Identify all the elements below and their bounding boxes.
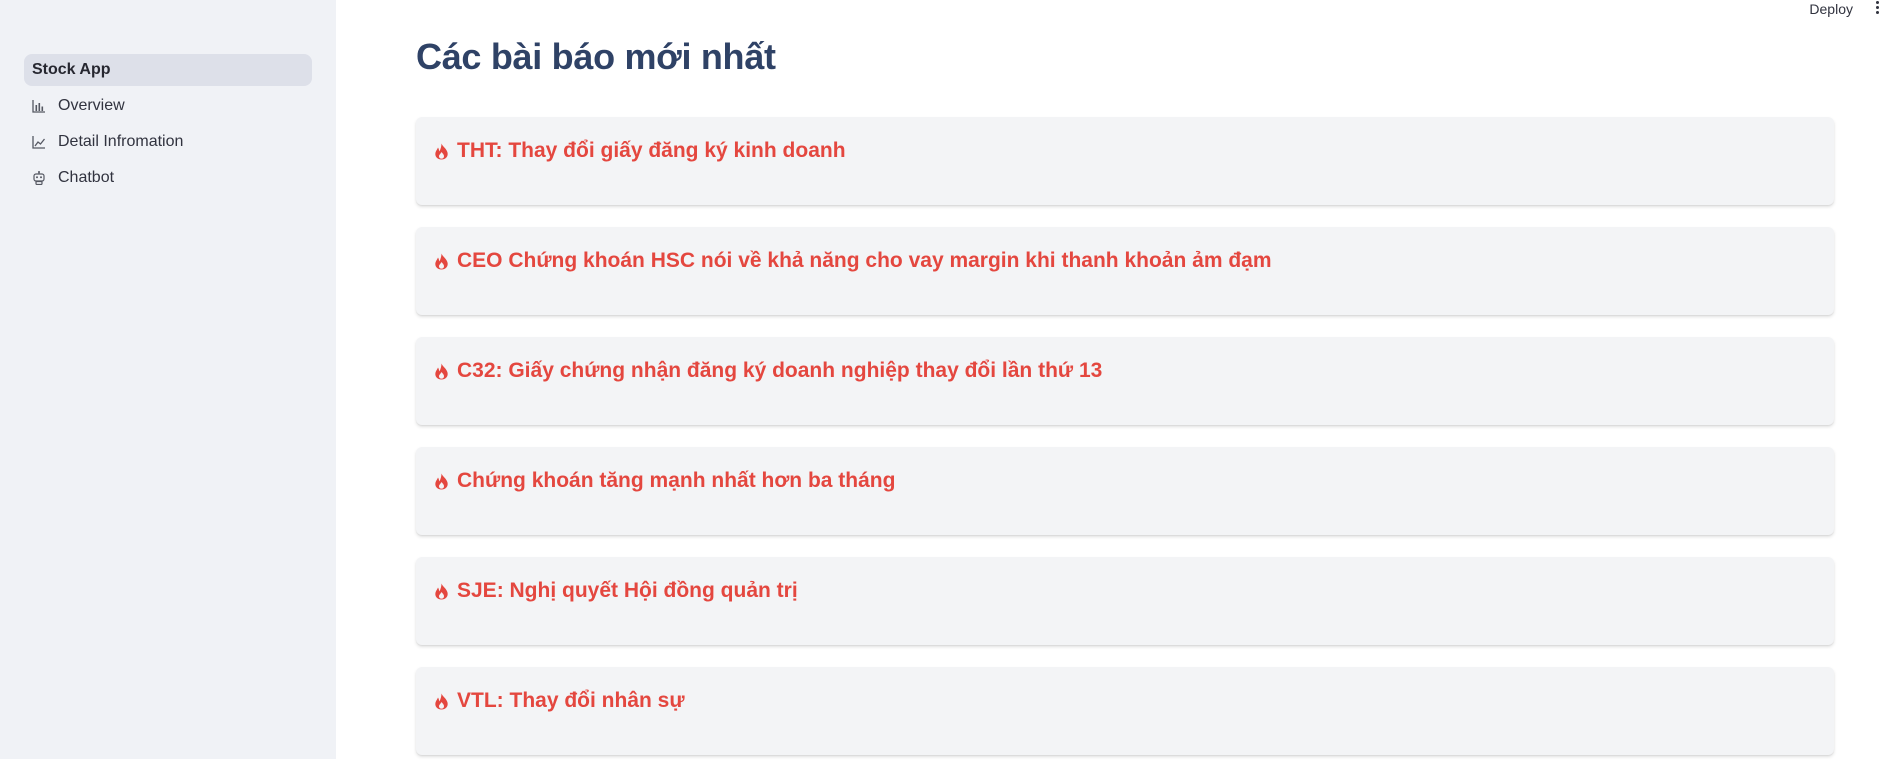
sidebar-item-label: Stock App [32,61,111,78]
kebab-menu-icon[interactable] [1873,0,1881,19]
sidebar: Stock App Overview Detail Infromation Ch… [0,0,336,759]
fire-icon [434,693,449,710]
sidebar-item-detail-information[interactable]: Detail Infromation [24,126,312,158]
article-title: Chứng khoán tăng mạnh nhất hơn ba tháng [457,469,896,492]
article-card[interactable]: SJE: Nghị quyết Hội đồng quản trị [416,557,1834,645]
article-title-row: C32: Giấy chứng nhận đăng ký doanh nghiệ… [434,359,1102,383]
robot-icon [32,171,46,185]
fire-icon [434,363,449,380]
article-title-row: Chứng khoán tăng mạnh nhất hơn ba tháng [434,469,895,493]
fire-icon [434,583,449,600]
kebab-dot [1875,10,1879,14]
page-title: Các bài báo mới nhất [416,36,776,77]
article-card[interactable]: Chứng khoán tăng mạnh nhất hơn ba tháng [416,447,1834,535]
top-toolbar: Deploy [1809,0,1883,18]
sidebar-item-label: Overview [58,97,125,114]
article-title-row: CEO Chứng khoán HSC nói về khả năng cho … [434,249,1272,273]
sidebar-item-overview[interactable]: Overview [24,90,312,122]
sidebar-item-label: Detail Infromation [58,133,184,150]
sidebar-item-label: Chatbot [58,169,115,186]
article-title-row: SJE: Nghị quyết Hội đồng quản trị [434,579,798,603]
fire-icon [434,143,449,160]
deploy-button[interactable]: Deploy [1809,1,1853,17]
article-title: SJE: Nghị quyết Hội đồng quản trị [457,579,798,602]
sidebar-nav: Stock App Overview Detail Infromation Ch… [24,54,312,198]
kebab-dot [1875,0,1879,4]
article-card[interactable]: VTL: Thay đổi nhân sự [416,667,1834,755]
sidebar-item-chatbot[interactable]: Chatbot [24,162,312,194]
article-list: THT: Thay đổi giấy đăng ký kinh doanh CE… [416,117,1834,777]
bar-chart-icon [32,99,46,113]
article-card[interactable]: CEO Chứng khoán HSC nói về khả năng cho … [416,227,1834,315]
article-title: THT: Thay đổi giấy đăng ký kinh doanh [457,139,846,162]
article-card[interactable]: C32: Giấy chứng nhận đăng ký doanh nghiệ… [416,337,1834,425]
kebab-dot [1875,5,1879,9]
fire-icon [434,473,449,490]
article-title: VTL: Thay đổi nhân sự [457,689,685,712]
article-title-row: THT: Thay đổi giấy đăng ký kinh doanh [434,139,846,163]
sidebar-item-stock-app[interactable]: Stock App [24,54,312,86]
line-chart-icon [32,135,46,149]
article-card[interactable]: THT: Thay đổi giấy đăng ký kinh doanh [416,117,1834,205]
article-title-row: VTL: Thay đổi nhân sự [434,689,685,713]
article-title: C32: Giấy chứng nhận đăng ký doanh nghiệ… [457,359,1103,382]
article-title: CEO Chứng khoán HSC nói về khả năng cho … [457,249,1272,272]
fire-icon [434,253,449,270]
